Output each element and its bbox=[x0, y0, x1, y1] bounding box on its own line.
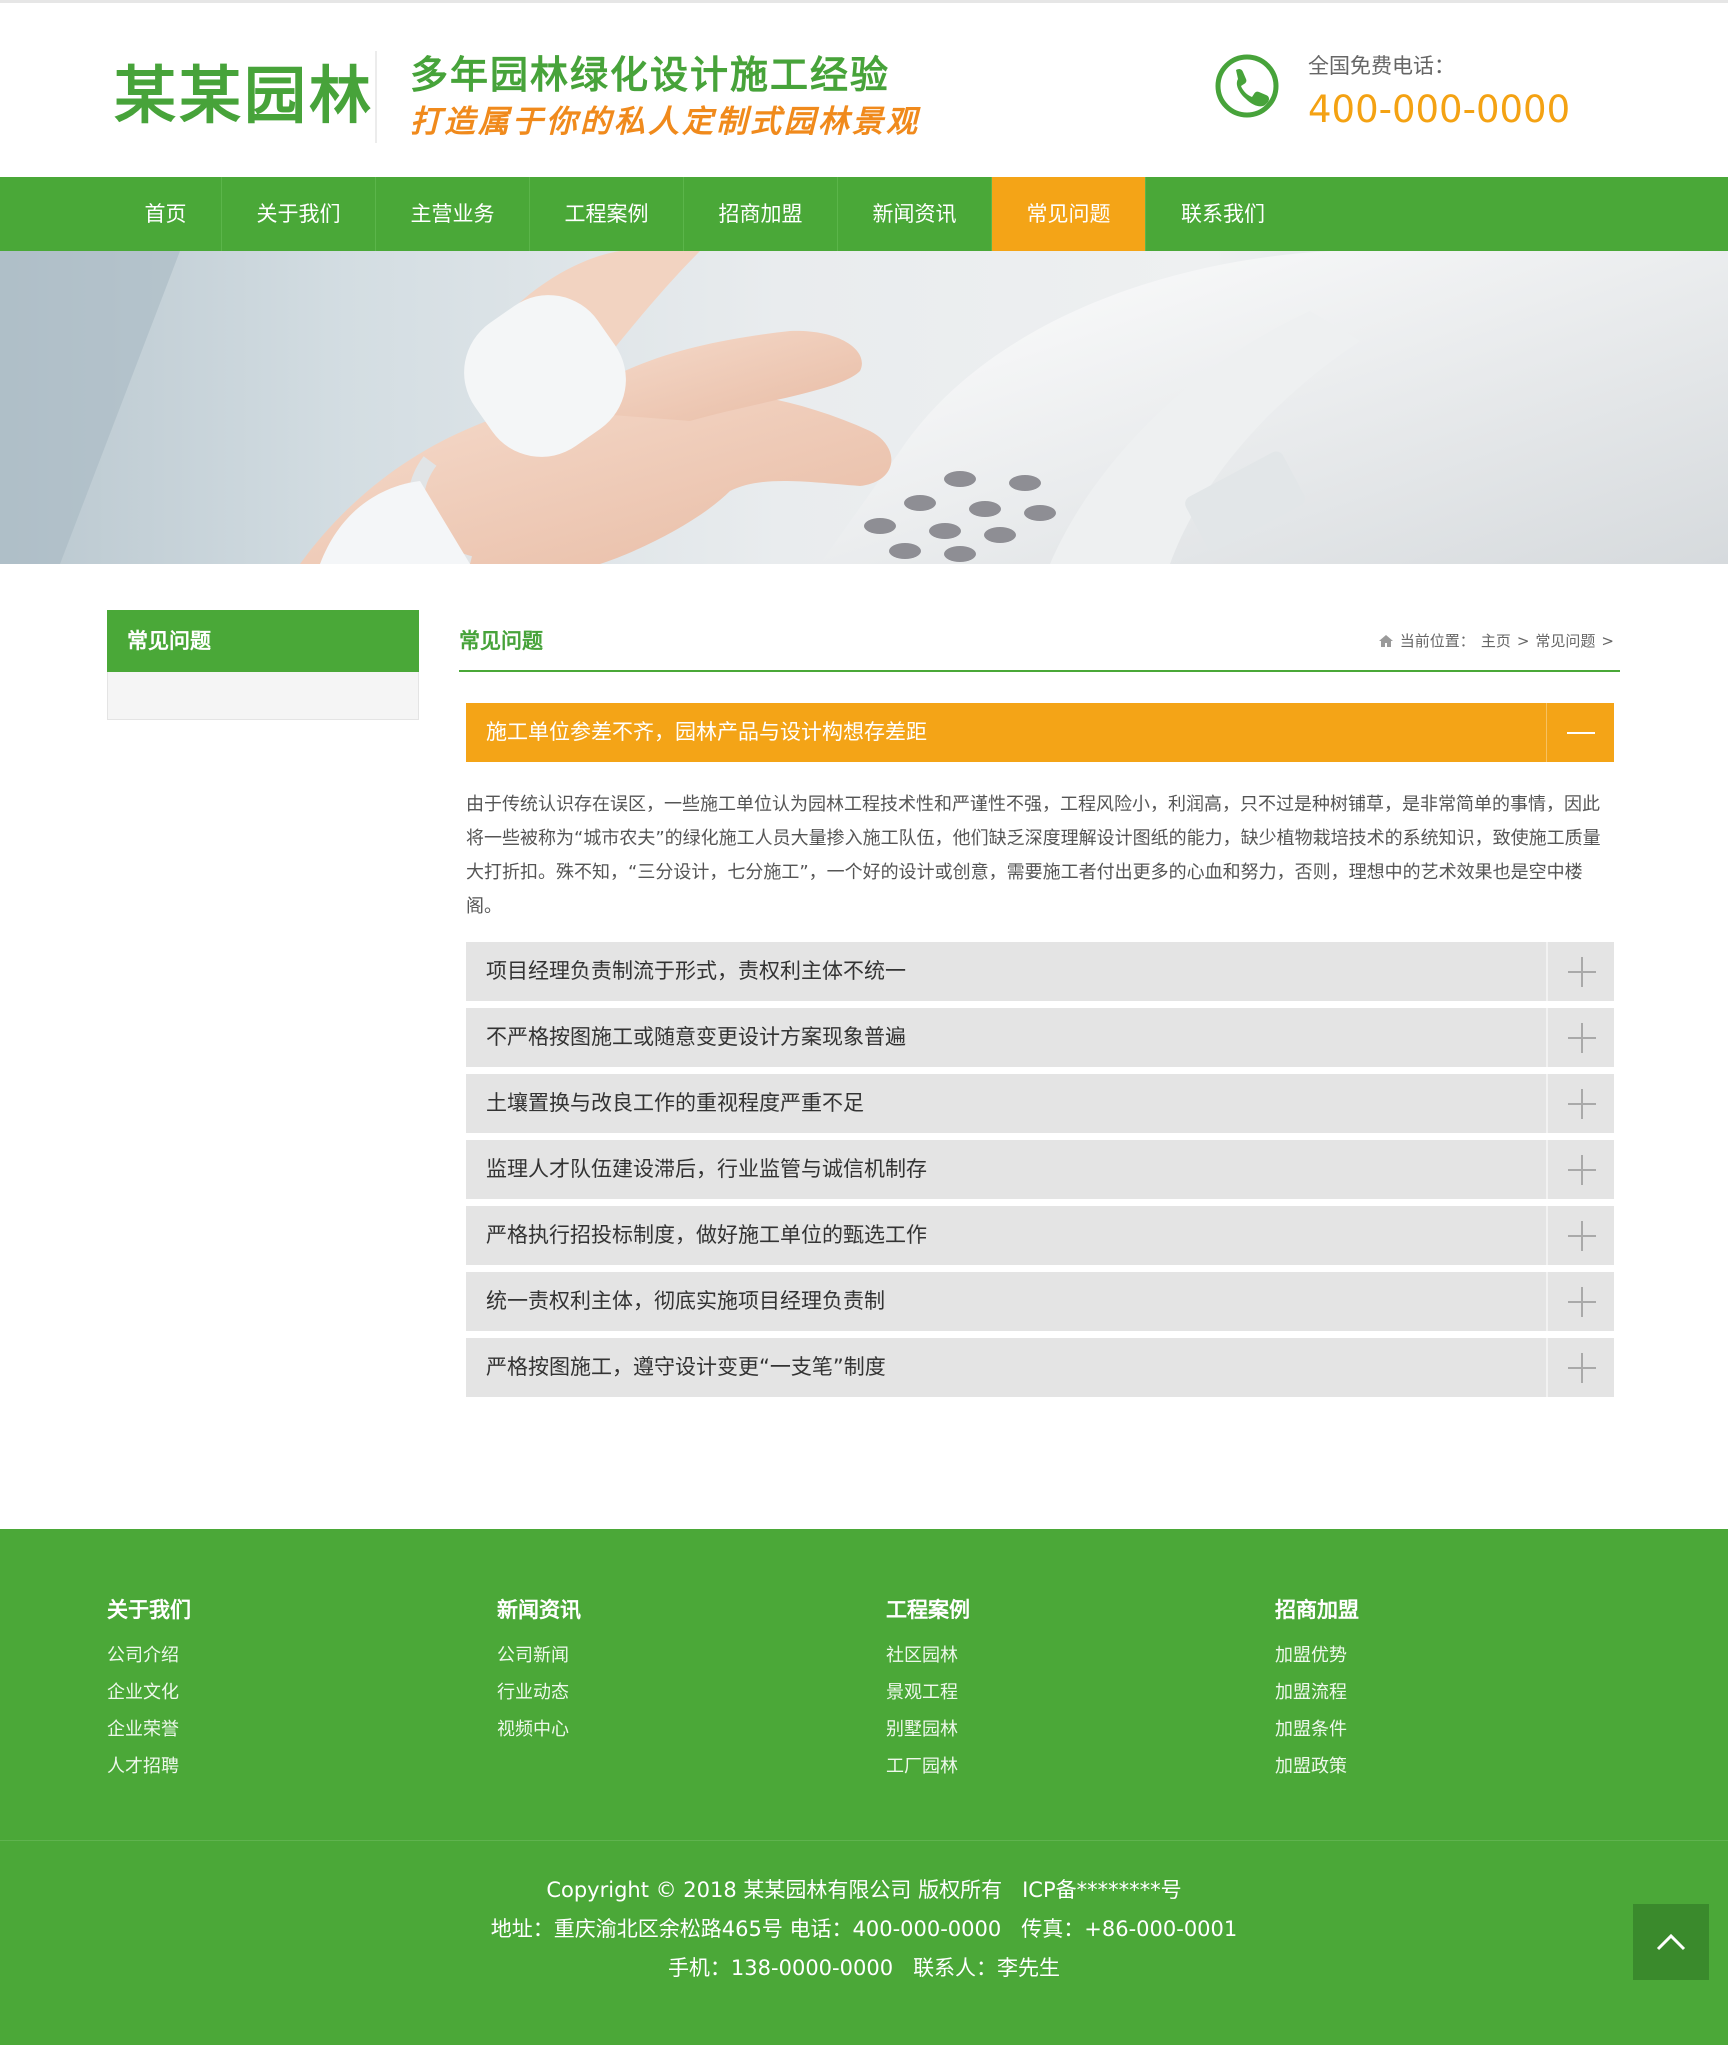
faq-question[interactable]: 严格按图施工，遵守设计变更“一支笔”制度 bbox=[486, 1338, 886, 1397]
footer-link[interactable]: 加盟优势 bbox=[1275, 1637, 1359, 1674]
nav-item-franchise[interactable]: 招商加盟 bbox=[684, 177, 838, 251]
nav-item-cases[interactable]: 工程案例 bbox=[530, 177, 684, 251]
faq-question[interactable]: 严格执行招投标制度，做好施工单位的甄选工作 bbox=[486, 1206, 927, 1265]
faq-item[interactable]: 不严格按图施工或随意变更设计方案现象普遍 bbox=[466, 1008, 1614, 1067]
phone-icon bbox=[1215, 54, 1279, 118]
back-to-top-button[interactable] bbox=[1633, 1904, 1709, 1980]
faq-expand-button[interactable] bbox=[1546, 1140, 1614, 1199]
footer-link[interactable]: 加盟政策 bbox=[1275, 1748, 1359, 1785]
footer-link[interactable]: 工厂园林 bbox=[886, 1748, 970, 1785]
banner-illustration bbox=[0, 251, 1728, 564]
footer-link[interactable]: 公司新闻 bbox=[497, 1637, 581, 1674]
breadcrumb-separator-tail: > bbox=[1601, 632, 1614, 650]
faq-collapse-button[interactable] bbox=[1546, 703, 1614, 762]
faq-item[interactable]: 严格按图施工，遵守设计变更“一支笔”制度 bbox=[466, 1338, 1614, 1397]
breadcrumb-home[interactable]: 主页 bbox=[1481, 629, 1511, 653]
faq-item[interactable]: 严格执行招投标制度，做好施工单位的甄选工作 bbox=[466, 1206, 1614, 1265]
mobile-text: 手机：138-0000-0000 bbox=[667, 1956, 894, 1980]
footer-column-title[interactable]: 新闻资讯 bbox=[497, 1595, 581, 1625]
hotline-number: 400-000-0000 bbox=[1308, 88, 1571, 131]
footer-column-news: 新闻资讯 公司新闻 行业动态 视频中心 bbox=[497, 1595, 581, 1748]
banner-image bbox=[0, 251, 1728, 564]
breadcrumb: 当前位置： 主页 > 常见问题 > bbox=[1378, 629, 1620, 653]
faq-expand-button[interactable] bbox=[1546, 1338, 1614, 1397]
nav-item-business[interactable]: 主营业务 bbox=[376, 177, 530, 251]
breadcrumb-label: 当前位置： bbox=[1399, 632, 1475, 650]
sidebar-title[interactable]: 常见问题 bbox=[107, 610, 419, 672]
footer-link[interactable]: 加盟条件 bbox=[1275, 1711, 1359, 1748]
minus-icon bbox=[1567, 732, 1595, 734]
footer-link[interactable]: 行业动态 bbox=[497, 1674, 581, 1711]
nav-item-news[interactable]: 新闻资讯 bbox=[838, 177, 992, 251]
faq-expand-button[interactable] bbox=[1546, 1206, 1614, 1265]
footer-link[interactable]: 社区园林 bbox=[886, 1637, 970, 1674]
faq-question[interactable]: 监理人才队伍建设滞后，行业监管与诚信机制存 bbox=[486, 1140, 927, 1199]
footer-column-title[interactable]: 招商加盟 bbox=[1275, 1595, 1359, 1625]
footer-column-title[interactable]: 关于我们 bbox=[107, 1595, 191, 1625]
footer-link[interactable]: 视频中心 bbox=[497, 1711, 581, 1748]
breadcrumb-current[interactable]: 常见问题 bbox=[1535, 629, 1595, 653]
footer-link[interactable]: 别墅园林 bbox=[886, 1711, 970, 1748]
faq-item[interactable]: 统一责权利主体，彻底实施项目经理负责制 bbox=[466, 1272, 1614, 1331]
breadcrumb-separator: > bbox=[1516, 632, 1530, 650]
faq-collapsed-list: 项目经理负责制流于形式，责权利主体不统一 不严格按图施工或随意变更设计方案现象普… bbox=[466, 942, 1614, 1397]
faq-question[interactable]: 不严格按图施工或随意变更设计方案现象普遍 bbox=[486, 1008, 906, 1067]
sidebar: 常见问题 bbox=[107, 610, 419, 720]
hotline: 全国免费电话： 400-000-0000 bbox=[1308, 51, 1570, 135]
faq-question[interactable]: 统一责权利主体，彻底实施项目经理负责制 bbox=[486, 1272, 885, 1331]
header-slogan: 多年园林绿化设计施工经验 打造属于你的私人定制式园林景观 bbox=[410, 51, 920, 143]
icp-text[interactable]: ICP备********号 bbox=[1022, 1878, 1182, 1902]
address-text: 地址：重庆渝北区余松路465号 电话：400-000-0000 bbox=[490, 1917, 1002, 1941]
faq-question[interactable]: 土壤置换与改良工作的重视程度严重不足 bbox=[486, 1074, 864, 1133]
copyright-text: Copyright © 2018 某某园林有限公司 版权所有 bbox=[546, 1878, 1003, 1902]
nav-item-faq[interactable]: 常见问题 bbox=[992, 177, 1146, 251]
footer-link[interactable]: 企业荣誉 bbox=[107, 1711, 191, 1748]
slogan-line1: 多年园林绿化设计施工经验 bbox=[410, 52, 891, 97]
faq-answer: 由于传统认识存在误区，一些施工单位认为园林工程技术性和严谨性不强，工程风险小，利… bbox=[466, 794, 1601, 917]
slogan-line2: 打造属于你的私人定制式园林景观 bbox=[410, 104, 920, 140]
main-header: 常见问题 当前位置： 主页 > 常见问题 > bbox=[459, 610, 1620, 672]
site-header: 某某园林 多年园林绿化设计施工经验 打造属于你的私人定制式园林景观 全国免费电话… bbox=[0, 3, 1728, 177]
footer-link[interactable]: 公司介绍 bbox=[107, 1637, 191, 1674]
site-footer: 关于我们 公司介绍 企业文化 企业荣誉 人才招聘 新闻资讯 公司新闻 行业动态 … bbox=[0, 1529, 1728, 2045]
home-icon bbox=[1378, 635, 1393, 647]
faq-item[interactable]: 项目经理负责制流于形式，责权利主体不统一 bbox=[466, 942, 1614, 1001]
logo-divider bbox=[375, 51, 377, 143]
faq-item[interactable]: 土壤置换与改良工作的重视程度严重不足 bbox=[466, 1074, 1614, 1133]
sidebar-body bbox=[107, 672, 419, 720]
faq-question[interactable]: 施工单位参差不齐，园林产品与设计构想存差距 bbox=[486, 703, 927, 762]
faq-expand-button[interactable] bbox=[1546, 1272, 1614, 1331]
footer-divider bbox=[0, 1840, 1728, 1841]
faq-expand-button[interactable] bbox=[1546, 942, 1614, 1001]
hotline-label: 全国免费电话： bbox=[1308, 54, 1455, 78]
footer-link[interactable]: 人才招聘 bbox=[107, 1748, 191, 1785]
chevron-up-icon bbox=[1656, 1933, 1686, 1951]
nav-item-about[interactable]: 关于我们 bbox=[222, 177, 376, 251]
footer-link[interactable]: 景观工程 bbox=[886, 1674, 970, 1711]
footer-column-title[interactable]: 工程案例 bbox=[886, 1595, 970, 1625]
nav-item-contact[interactable]: 联系我们 bbox=[1146, 177, 1300, 251]
footer-column-franchise: 招商加盟 加盟优势 加盟流程 加盟条件 加盟政策 bbox=[1275, 1595, 1359, 1785]
page-content: 常见问题 常见问题 当前位置： 主页 > 常见问题 > 施工单位参差不齐，园林产… bbox=[0, 564, 1728, 1532]
main-nav: 首页 关于我们 主营业务 工程案例 招商加盟 新闻资讯 常见问题 联系我们 bbox=[0, 177, 1728, 251]
page-title: 常见问题 bbox=[459, 629, 543, 653]
faq-question[interactable]: 项目经理负责制流于形式，责权利主体不统一 bbox=[486, 942, 906, 1001]
nav-item-home[interactable]: 首页 bbox=[110, 177, 222, 251]
fax-text: 传真：+86-000-0001 bbox=[1021, 1917, 1238, 1941]
faq-item-open[interactable]: 施工单位参差不齐，园林产品与设计构想存差距 bbox=[466, 703, 1614, 762]
site-logo[interactable]: 某某园林 bbox=[114, 57, 374, 135]
footer-link[interactable]: 加盟流程 bbox=[1275, 1674, 1359, 1711]
main-panel: 常见问题 当前位置： 主页 > 常见问题 > 施工单位参差不齐，园林产品与设计构… bbox=[459, 610, 1620, 1397]
footer-column-cases: 工程案例 社区园林 景观工程 别墅园林 工厂园林 bbox=[886, 1595, 970, 1785]
contact-text: 联系人：李先生 bbox=[913, 1956, 1061, 1980]
faq-expand-button[interactable] bbox=[1546, 1074, 1614, 1133]
footer-link[interactable]: 企业文化 bbox=[107, 1674, 191, 1711]
footer-column-about: 关于我们 公司介绍 企业文化 企业荣誉 人才招聘 bbox=[107, 1595, 191, 1785]
faq-item[interactable]: 监理人才队伍建设滞后，行业监管与诚信机制存 bbox=[466, 1140, 1614, 1199]
faq-expand-button[interactable] bbox=[1546, 1008, 1614, 1067]
footer-copyright: Copyright © 2018 某某园林有限公司 版权所有 ICP备******… bbox=[0, 1871, 1728, 1988]
faq-list: 施工单位参差不齐，园林产品与设计构想存差距 由于传统认识存在误区，一些施工单位认… bbox=[466, 703, 1614, 924]
